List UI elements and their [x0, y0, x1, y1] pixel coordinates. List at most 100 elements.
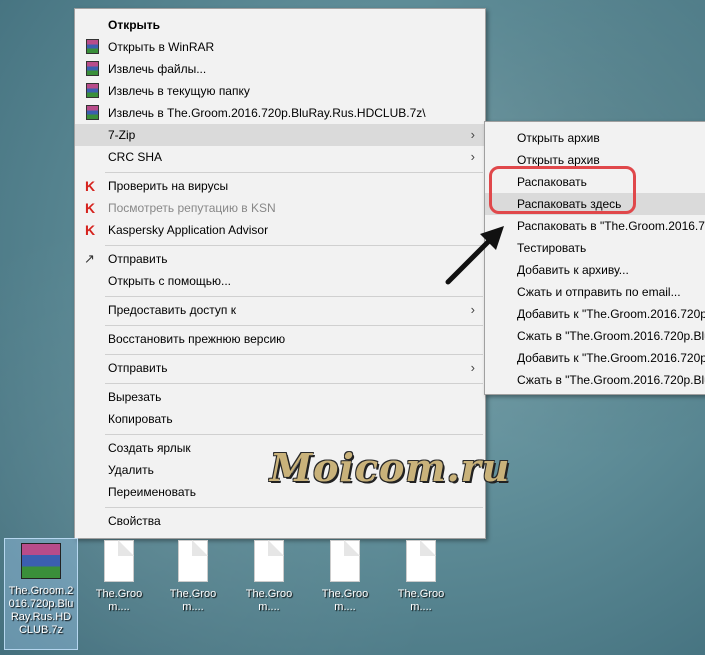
menu-item-open-winrar[interactable]: Открыть в WinRAR — [75, 36, 485, 58]
kaspersky-icon: K — [85, 200, 96, 216]
submenu-item-compress-email[interactable]: Сжать и отправить по email... — [485, 281, 705, 303]
watermark-text: Moicom.ru — [270, 445, 511, 490]
menu-label: Добавить к "The.Groom.2016.720p. — [517, 307, 705, 321]
menu-item-open-with[interactable]: Открыть с помощью... — [75, 270, 485, 292]
menu-item-properties[interactable]: Свойства — [75, 510, 485, 532]
menu-item-extract-to[interactable]: Извлечь в The.Groom.2016.720p.BluRay.Rus… — [75, 102, 485, 124]
desktop-icon-file[interactable]: The.Groom.... — [310, 540, 380, 614]
kaspersky-icon: K — [85, 222, 96, 238]
menu-label: Тестировать — [517, 241, 587, 255]
kaspersky-icon: K — [85, 178, 96, 194]
submenu-item-open-archive[interactable]: Открыть архив — [485, 127, 705, 149]
menu-label: Сжать в "The.Groom.2016.720p.Blu — [517, 373, 705, 387]
menu-label: Предоставить доступ к — [108, 303, 236, 317]
menu-label: Вырезать — [108, 390, 162, 404]
menu-item-cut[interactable]: Вырезать — [75, 386, 485, 408]
menu-label: Извлечь файлы... — [108, 62, 207, 76]
menu-label: Сжать в "The.Groom.2016.720p.Blu — [517, 329, 705, 343]
submenu-item-add-to-7z[interactable]: Добавить к "The.Groom.2016.720p. — [485, 303, 705, 325]
menu-label: Свойства — [108, 514, 161, 528]
file-icon — [406, 540, 436, 582]
menu-separator — [105, 325, 483, 326]
menu-item-send-to[interactable]: Отправить › — [75, 357, 485, 379]
submenu-item-add-to-archive[interactable]: Добавить к архиву... — [485, 259, 705, 281]
submenu-item-test[interactable]: Тестировать — [485, 237, 705, 259]
share-icon: ↗ — [84, 251, 95, 266]
menu-label: Посмотреть репутацию в KSN — [108, 201, 276, 215]
menu-separator — [105, 172, 483, 173]
desktop-icon-label: The.Groom.... — [397, 588, 445, 613]
chevron-right-icon: › — [470, 302, 475, 317]
desktop-icon-file[interactable]: The.Groom.... — [84, 540, 154, 614]
desktop-icon-label: The.Groom.... — [169, 588, 217, 613]
submenu-item-unpack-to[interactable]: Распаковать в "The.Groom.2016.720 — [485, 215, 705, 237]
menu-label: Добавить к архиву... — [517, 263, 629, 277]
desktop-icon-file[interactable]: The.Groom.... — [386, 540, 456, 614]
menu-label: Открыть архив — [517, 131, 600, 145]
menu-label: Извлечь в текущую папку — [108, 84, 250, 98]
desktop-icon-file[interactable]: The.Groom.... — [234, 540, 304, 614]
chevron-right-icon: › — [470, 149, 475, 164]
menu-item-scan-virus[interactable]: K Проверить на вирусы — [75, 175, 485, 197]
winrar-icon — [86, 61, 99, 76]
desktop-icon-label: The.Groom.... — [95, 588, 143, 613]
menu-separator — [105, 245, 483, 246]
menu-label: Сжать и отправить по email... — [517, 285, 681, 299]
menu-label: 7-Zip — [108, 128, 136, 142]
menu-label: Удалить — [108, 463, 154, 477]
menu-label: Проверить на вирусы — [108, 179, 229, 193]
menu-label: Kaspersky Application Advisor — [108, 223, 269, 237]
menu-separator — [105, 354, 483, 355]
menu-label: Добавить к "The.Groom.2016.720p. — [517, 351, 705, 365]
submenu-item-compress-to-zip[interactable]: Сжать в "The.Groom.2016.720p.Blu — [485, 369, 705, 391]
submenu-item-compress-to-7z[interactable]: Сжать в "The.Groom.2016.720p.Blu — [485, 325, 705, 347]
7zip-submenu: Открыть архив Открыть архив Распаковать … — [484, 121, 705, 395]
menu-label: Восстановить прежнюю версию — [108, 332, 286, 346]
menu-item-copy[interactable]: Копировать — [75, 408, 485, 430]
file-icon — [178, 540, 208, 582]
menu-item-7zip[interactable]: 7-Zip › — [75, 124, 485, 146]
menu-label: Переименовать — [108, 485, 196, 499]
winrar-icon — [86, 39, 99, 54]
menu-item-extract-files[interactable]: Извлечь файлы... — [75, 58, 485, 80]
annotation-highlight-box — [489, 166, 636, 214]
menu-item-ksn-reputation[interactable]: K Посмотреть репутацию в KSN — [75, 197, 485, 219]
file-icon — [254, 540, 284, 582]
menu-label: Создать ярлык — [108, 441, 191, 455]
menu-label: Открыть с помощью... — [108, 274, 232, 288]
menu-label: Открыть в WinRAR — [108, 40, 215, 54]
chevron-right-icon: › — [470, 360, 475, 375]
menu-label: Отправить — [108, 252, 168, 266]
menu-item-extract-here[interactable]: Извлечь в текущую папку — [75, 80, 485, 102]
desktop-icon-label: The.Groom.... — [321, 588, 369, 613]
file-icon — [330, 540, 360, 582]
desktop-icon-label: The.Groom.... — [245, 588, 293, 613]
menu-item-restore-version[interactable]: Восстановить прежнюю версию — [75, 328, 485, 350]
chevron-right-icon: › — [470, 127, 475, 142]
submenu-item-add-to-zip[interactable]: Добавить к "The.Groom.2016.720p. — [485, 347, 705, 369]
menu-item-crc-sha[interactable]: CRC SHA › — [75, 146, 485, 168]
menu-label: Открыть — [108, 18, 161, 32]
menu-separator — [105, 507, 483, 508]
menu-separator — [105, 296, 483, 297]
menu-label: CRC SHA — [108, 150, 163, 164]
menu-item-kaspersky-advisor[interactable]: K Kaspersky Application Advisor — [75, 219, 485, 241]
annotation-arrow-icon — [445, 226, 504, 285]
menu-label: Распаковать в "The.Groom.2016.720 — [517, 219, 705, 233]
menu-item-give-access[interactable]: Предоставить доступ к › — [75, 299, 485, 321]
menu-item-share[interactable]: ↗ Отправить — [75, 248, 485, 270]
winrar-icon — [86, 105, 99, 120]
desktop-icon-label: The.Groom.2016.720p.BluRay.Rus.HDCLUB.7z — [8, 585, 74, 636]
archive-icon — [21, 543, 61, 579]
menu-label: Отправить — [108, 361, 168, 375]
menu-item-open[interactable]: Открыть — [75, 14, 485, 36]
menu-label: Копировать — [108, 412, 173, 426]
desktop-icon-selected-archive[interactable]: The.Groom.2016.720p.BluRay.Rus.HDCLUB.7z — [4, 538, 78, 650]
file-icon — [104, 540, 134, 582]
menu-label: Открыть архив — [517, 153, 600, 167]
desktop-icon-file[interactable]: The.Groom.... — [158, 540, 228, 614]
winrar-icon — [86, 83, 99, 98]
menu-separator — [105, 383, 483, 384]
menu-separator — [105, 434, 483, 435]
menu-label: Извлечь в The.Groom.2016.720p.BluRay.Rus… — [108, 106, 426, 120]
